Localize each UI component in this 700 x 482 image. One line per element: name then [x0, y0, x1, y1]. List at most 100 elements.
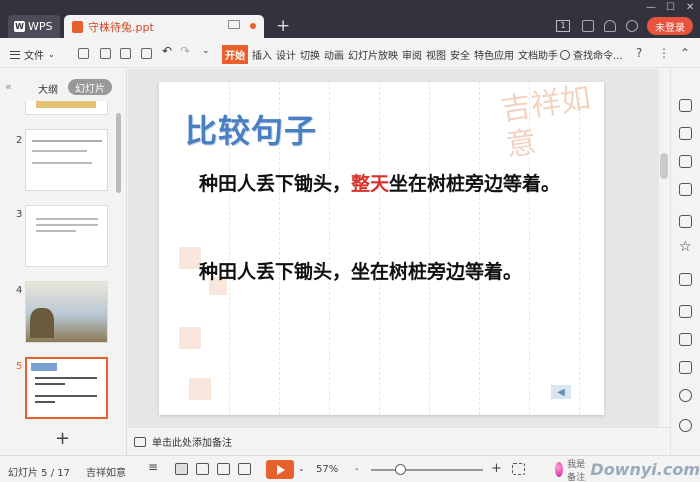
notes-bar[interactable]: 单击此处添加备注	[128, 427, 670, 455]
zoom-out-button[interactable]: -	[355, 464, 359, 475]
export-pdf-icon[interactable]	[100, 48, 111, 59]
zoom-slider[interactable]	[371, 469, 483, 471]
window-count-badge[interactable]: 1	[556, 20, 570, 32]
slides-panel: « 大纲 幻灯片 2 3 4 5 +	[0, 69, 127, 455]
slide-thumbnail-1[interactable]	[25, 101, 108, 115]
normal-view-icon[interactable]	[175, 463, 188, 475]
canvas-scrollbar[interactable]	[659, 69, 670, 455]
quick-access-dropdown-icon[interactable]: ⌄	[202, 46, 213, 57]
pin-icon[interactable]	[679, 99, 692, 112]
notes-toggle-icon[interactable]: ≡	[148, 460, 161, 474]
watermark-sub: 我是备注	[567, 459, 586, 482]
close-window-icon[interactable]: ✕	[686, 2, 694, 13]
slide-paragraph-2[interactable]: 种田人丢下锄头，坐在树桩旁边等着。	[199, 258, 589, 287]
reading-view-icon[interactable]	[217, 463, 230, 475]
ppt-file-icon	[72, 20, 83, 33]
collapse-panel-icon[interactable]: «	[5, 80, 12, 93]
add-slide-button[interactable]: +	[55, 428, 70, 449]
tab-slides[interactable]: 幻灯片	[68, 79, 112, 95]
fit-window-icon[interactable]	[512, 463, 525, 475]
slide-thumbnail-3[interactable]	[25, 205, 108, 267]
wps-logo-icon: W	[14, 21, 25, 32]
theme-name[interactable]: 吉祥如意	[86, 464, 126, 479]
slide-thumbnail-2[interactable]	[25, 129, 108, 191]
print-preview-icon[interactable]	[141, 48, 152, 59]
para1-highlight: 整天	[351, 173, 390, 195]
slide-paragraph-1[interactable]: 种田人丢下锄头，整天坐在树桩旁边等着。	[199, 170, 589, 199]
location-icon[interactable]	[679, 389, 692, 402]
tab-home[interactable]: 开始	[222, 45, 248, 64]
archive-icon[interactable]	[679, 273, 692, 286]
tab-design[interactable]: 设计	[276, 47, 296, 62]
tab-insert[interactable]: 插入	[252, 47, 272, 62]
slide-number-4: 4	[16, 285, 23, 296]
undo-icon[interactable]: ↶	[162, 44, 173, 58]
scrollbar-thumb[interactable]	[660, 153, 668, 179]
document-tab[interactable]: 守株待兔.ppt	[64, 15, 264, 38]
template-icon[interactable]	[679, 215, 692, 228]
star-icon[interactable]: ☆	[679, 239, 692, 255]
play-dropdown-icon[interactable]: ⌄	[298, 464, 305, 473]
play-slideshow-button[interactable]	[266, 460, 294, 479]
share-icon[interactable]	[679, 305, 692, 318]
title-bar: W WPS 守株待兔.ppt + — ☐ ✕ 1 未登录	[0, 0, 700, 38]
search-icon	[560, 49, 570, 60]
slide-number-5: 5	[16, 361, 23, 372]
image-icon[interactable]	[679, 333, 692, 346]
notes-placeholder: 单击此处添加备注	[152, 438, 232, 449]
tab-slideshow[interactable]: 幻灯片放映	[348, 47, 398, 62]
command-search-label: 查找命令...	[573, 51, 623, 62]
tab-outline[interactable]: 大纲	[38, 81, 58, 96]
maximize-icon[interactable]: ☐	[666, 2, 675, 13]
tab-security[interactable]: 安全	[450, 47, 470, 62]
tab-review[interactable]: 审阅	[402, 47, 422, 62]
minimize-icon[interactable]: —	[646, 2, 656, 13]
command-search[interactable]: 查找命令...	[560, 47, 623, 62]
document-tab-label: 守株待兔.ppt	[88, 20, 154, 34]
slide-thumbnail-4[interactable]	[25, 281, 108, 343]
wps-home-tab[interactable]: W WPS	[8, 15, 60, 38]
clock-icon[interactable]	[626, 20, 638, 32]
tab-animations[interactable]: 动画	[324, 47, 344, 62]
current-slide[interactable]: 吉祥如意 比较句子 种田人丢下锄头，整天坐在树桩旁边等着。 种田人丢下锄头，坐在…	[159, 82, 604, 415]
more-icon[interactable]: ⋮	[658, 46, 670, 60]
login-button[interactable]: 未登录	[647, 17, 693, 35]
slide-sorter-icon[interactable]	[196, 463, 209, 475]
save-icon[interactable]	[78, 48, 89, 59]
copy-icon[interactable]	[679, 127, 692, 140]
thumbnail-scrollbar[interactable]	[116, 113, 121, 193]
slide-number-3: 3	[16, 209, 23, 220]
back-arrow-button[interactable]: ◀	[551, 385, 571, 399]
tab-transitions[interactable]: 切换	[300, 47, 320, 62]
slide-counter: 幻灯片 5 / 17	[8, 468, 70, 479]
skin-icon[interactable]	[582, 20, 594, 32]
thumbnail-list: 2 3 4 5	[0, 101, 118, 429]
slide-title[interactable]: 比较句子	[185, 106, 317, 152]
zoom-slider-handle[interactable]	[395, 464, 406, 475]
zoom-in-button[interactable]: +	[491, 461, 502, 476]
shapes-icon[interactable]	[679, 155, 692, 168]
watermark: 我是备注 Downyi.com	[555, 456, 700, 482]
new-tab-button[interactable]: +	[276, 16, 290, 36]
right-tool-rail: ☆	[670, 69, 700, 455]
slide-thumbnail-5[interactable]	[25, 357, 108, 419]
help-icon[interactable]: ?	[636, 46, 642, 60]
tab-features[interactable]: 特色应用	[474, 47, 514, 62]
history-icon[interactable]	[679, 419, 692, 432]
tab-view[interactable]: 视图	[426, 47, 446, 62]
audio-icon[interactable]	[679, 361, 692, 374]
watermark-logo-icon	[555, 462, 564, 477]
redo-icon[interactable]: ↷	[180, 44, 191, 58]
monitor-icon[interactable]	[228, 20, 240, 29]
file-menu[interactable]: 文件 ⌄	[10, 47, 55, 62]
collapse-ribbon-icon[interactable]: ⌃	[680, 46, 690, 60]
decorative-seal: 吉祥如意	[498, 82, 593, 164]
para1-text: 种田人丢下锄头，	[199, 173, 352, 195]
tab-doc-assistant[interactable]: 文档助手	[518, 47, 558, 62]
zoom-level[interactable]: 57%	[316, 464, 338, 475]
settings-sliders-icon[interactable]	[679, 183, 692, 196]
shirt-icon[interactable]	[604, 20, 616, 32]
presenter-view-icon[interactable]	[238, 463, 251, 475]
unsaved-dot-icon[interactable]	[250, 23, 256, 29]
print-icon[interactable]	[120, 48, 131, 59]
